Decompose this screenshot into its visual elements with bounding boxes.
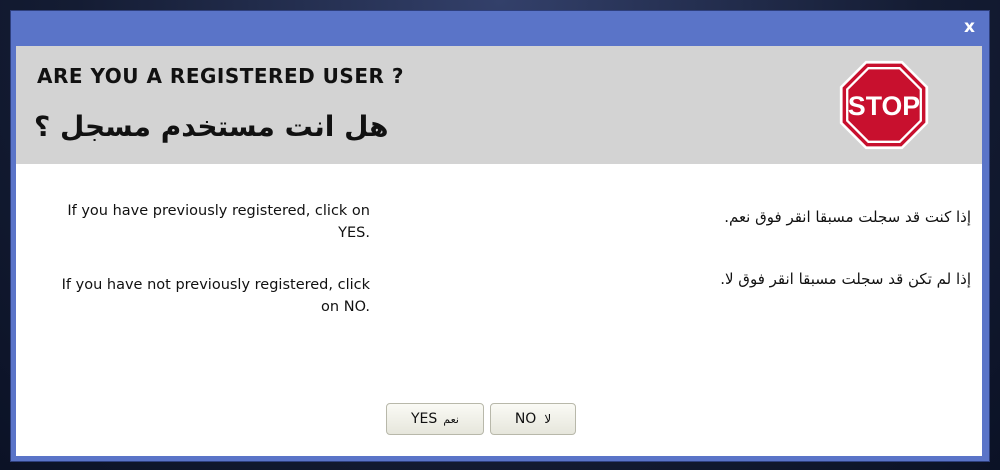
no-button-label: NO (514, 411, 537, 427)
no-button-label-ar: لا (544, 412, 552, 426)
title-arabic: هل انت مستخدم مسجل ؟ (34, 110, 389, 143)
close-icon[interactable]: x (964, 17, 975, 37)
dialog-titlebar: x (11, 11, 989, 45)
title-english: ARE YOU A REGISTERED USER ? (37, 64, 404, 88)
dialog-content: ARE YOU A REGISTERED USER ? هل انت مستخد… (16, 46, 982, 456)
dialog-header: ARE YOU A REGISTERED USER ? هل انت مستخد… (16, 46, 982, 164)
instruction-registered-ar: إذا كنت قد سجلت مسبقا انقر فوق نعم. (724, 208, 971, 226)
instruction-registered-en: If you have previously registered, click… (67, 203, 370, 241)
yes-button[interactable]: YES نعم (386, 403, 484, 435)
instruction-not-registered-ar: إذا لم تكن قد سجلت مسبقا انقر فوق لا. (720, 270, 971, 288)
yes-button-label-ar: نعم (443, 412, 459, 426)
stop-sign-icon: STOP (839, 60, 929, 150)
stop-sign-text: STOP (848, 91, 920, 121)
registration-dialog: x ARE YOU A REGISTERED USER ? هل انت مست… (10, 10, 990, 462)
yes-button-label: YES (411, 411, 438, 427)
instruction-not-registered-en: If you have not previously registered, c… (61, 277, 370, 315)
no-button[interactable]: NO لا (490, 403, 576, 435)
